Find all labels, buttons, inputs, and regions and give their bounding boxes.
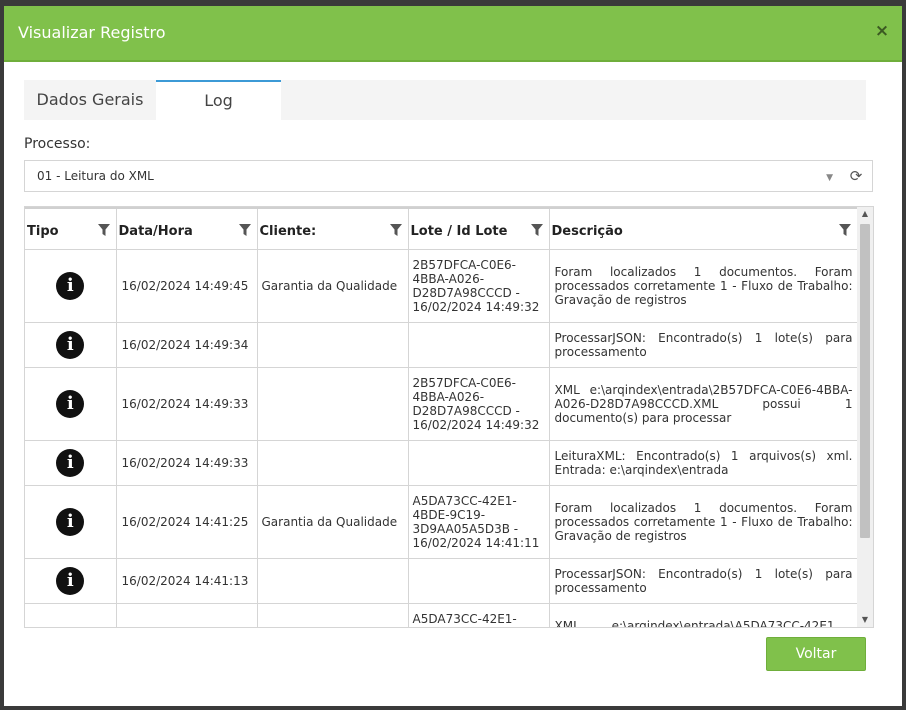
filter-icon[interactable]	[238, 224, 251, 236]
cell-lote: 2B57DFCA-C0E6-4BBA-A026-D28D7A98CCCD - 1…	[408, 249, 550, 323]
cell-descricao: LeituraXML: Encontrado(s) 1 arquivos(s) …	[549, 440, 857, 486]
cell-lote: A5DA73CC-42E1-4BDE-9C19-3D9AA05A5D3B - 1…	[408, 485, 550, 559]
cell-data-hora	[116, 603, 258, 627]
cell-tipo: i	[25, 249, 117, 323]
info-icon: i	[56, 390, 85, 418]
cell-descricao: Foram localizados 1 documentos. Foram pr…	[549, 485, 857, 559]
scroll-down-icon[interactable]: ▼	[857, 613, 873, 627]
cell-descricao: XML e:\arqindex\entrada\2B57DFCA-C0E6-4B…	[549, 367, 857, 441]
processo-select[interactable]: 01 - Leitura do XML ▼	[24, 160, 842, 192]
cell-cliente: Garantia da Qualidade	[257, 249, 409, 323]
column-header-label: Tipo	[27, 223, 59, 239]
cell-tipo: i	[25, 322, 117, 368]
info-icon: i	[56, 449, 85, 477]
modal-title: Visualizar Registro	[18, 23, 166, 42]
cell-tipo: i	[25, 558, 117, 604]
column-header-label: Data/Hora	[118, 223, 193, 239]
cell-cliente	[257, 367, 409, 441]
cell-tipo: i	[25, 485, 117, 559]
log-grid-body: Tipo Data/Hora Cliente: Lote / Id Lote D…	[25, 207, 857, 627]
column-header-label: Cliente:	[259, 223, 317, 239]
filter-icon[interactable]	[838, 224, 851, 236]
cell-cliente: Garantia da Qualidade	[257, 485, 409, 559]
modal-header: Visualizar Registro ×	[4, 6, 902, 62]
cell-descricao: ProcessarJSON: Encontrado(s) 1 lote(s) p…	[549, 322, 857, 368]
info-icon: i	[56, 272, 85, 300]
vertical-scrollbar[interactable]: ▲ ▼	[857, 207, 873, 627]
scroll-up-icon[interactable]: ▲	[857, 207, 873, 221]
table-row[interactable]: i 16/02/2024 14:49:33 2B57DFCA-C0E6-4BBA…	[25, 367, 857, 441]
cell-tipo: i	[25, 440, 117, 486]
cell-descricao: ProcessarJSON: Encontrado(s) 1 lote(s) p…	[549, 558, 857, 604]
cell-tipo: i	[25, 367, 117, 441]
table-row[interactable]: i 16/02/2024 14:49:33 LeituraXML: Encont…	[25, 440, 857, 486]
table-row[interactable]: i 16/02/2024 14:49:34 ProcessarJSON: Enc…	[25, 322, 857, 368]
filter-icon[interactable]	[530, 224, 543, 236]
cell-lote: 2B57DFCA-C0E6-4BBA-A026-D28D7A98CCCD - 1…	[408, 367, 550, 441]
column-header-tipo[interactable]: Tipo	[25, 207, 117, 250]
processo-label: Processo:	[24, 136, 91, 152]
info-icon: i	[56, 567, 85, 595]
tab-dados-gerais[interactable]: Dados Gerais	[24, 80, 156, 120]
voltar-button[interactable]: Voltar	[766, 637, 866, 671]
cell-descricao: Foram localizados 1 documentos. Foram pr…	[549, 249, 857, 323]
cell-data-hora: 16/02/2024 14:49:45	[116, 249, 258, 323]
cell-lote	[408, 558, 550, 604]
cell-data-hora: 16/02/2024 14:41:25	[116, 485, 258, 559]
refresh-button[interactable]: ⟳	[840, 160, 873, 192]
cell-tipo	[25, 603, 117, 627]
close-icon[interactable]: ×	[872, 20, 892, 42]
processo-selected-value: 01 - Leitura do XML	[37, 169, 154, 183]
cell-data-hora: 16/02/2024 14:41:13	[116, 558, 258, 604]
column-header-descricao[interactable]: Descrição	[549, 207, 857, 250]
column-header-label: Descrição	[551, 223, 623, 239]
cell-data-hora: 16/02/2024 14:49:33	[116, 367, 258, 441]
cell-cliente	[257, 558, 409, 604]
tab-log[interactable]: Log	[156, 80, 281, 120]
cell-data-hora: 16/02/2024 14:49:34	[116, 322, 258, 368]
table-header-row: Tipo Data/Hora Cliente: Lote / Id Lote D…	[25, 207, 857, 250]
cell-descricao: XML e:\arqindex\entrada\A5DA73CC-42E1	[549, 603, 857, 627]
info-icon: i	[56, 331, 85, 359]
log-grid: Tipo Data/Hora Cliente: Lote / Id Lote D…	[24, 206, 874, 628]
info-icon: i	[56, 508, 85, 536]
scroll-thumb[interactable]	[860, 224, 870, 538]
filter-icon[interactable]	[97, 224, 110, 236]
refresh-icon: ⟳	[849, 167, 863, 185]
log-table: Tipo Data/Hora Cliente: Lote / Id Lote D…	[25, 207, 857, 627]
cell-lote	[408, 322, 550, 368]
cell-cliente	[257, 603, 409, 627]
table-row[interactable]: i 16/02/2024 14:49:45 Garantia da Qualid…	[25, 249, 857, 323]
column-header-data-hora[interactable]: Data/Hora	[116, 207, 258, 250]
table-row[interactable]: i 16/02/2024 14:41:13 ProcessarJSON: Enc…	[25, 558, 857, 604]
column-header-lote[interactable]: Lote / Id Lote	[408, 207, 550, 250]
column-header-cliente[interactable]: Cliente:	[257, 207, 409, 250]
column-header-label: Lote / Id Lote	[410, 223, 508, 239]
cell-cliente	[257, 322, 409, 368]
table-row[interactable]: A5DA73CC-42E1- XML e:\arqindex\entrada\A…	[25, 603, 857, 627]
filter-icon[interactable]	[389, 224, 402, 236]
cell-lote: A5DA73CC-42E1-	[408, 603, 550, 627]
table-row[interactable]: i 16/02/2024 14:41:25 Garantia da Qualid…	[25, 485, 857, 559]
cell-cliente	[257, 440, 409, 486]
cell-lote	[408, 440, 550, 486]
cell-data-hora: 16/02/2024 14:49:33	[116, 440, 258, 486]
tabs-bar: Dados Gerais Log	[24, 80, 866, 120]
chevron-down-icon[interactable]: ▼	[826, 173, 833, 183]
